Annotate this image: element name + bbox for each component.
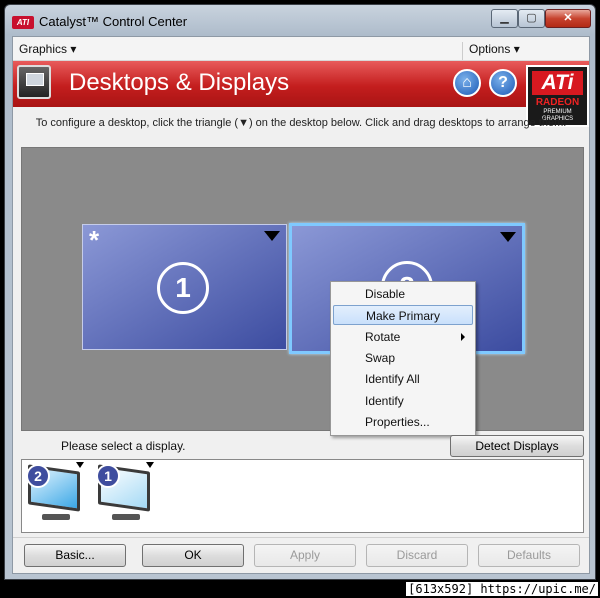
primary-marker: * bbox=[89, 225, 100, 255]
display-number-badge: 1 bbox=[96, 464, 120, 488]
bottom-button-bar: Basic... OK Apply Discard Defaults bbox=[13, 537, 589, 573]
minimize-button[interactable]: ▁ bbox=[491, 9, 518, 28]
display-thumbnails: 2 1 bbox=[21, 459, 584, 533]
premium-text: PREMIUM bbox=[543, 109, 572, 115]
display-number-badge: 2 bbox=[26, 464, 50, 488]
display-thumb-2[interactable]: 2 bbox=[24, 462, 86, 528]
detect-displays-button[interactable]: Detect Displays bbox=[450, 435, 584, 457]
display-thumb-1[interactable]: 1 bbox=[94, 462, 156, 528]
ati-logo-text: ATi bbox=[532, 71, 583, 95]
client-area: Graphics ▾ Options ▾ Desktops & Displays… bbox=[12, 36, 590, 574]
maximize-button[interactable]: ▢ bbox=[518, 9, 545, 28]
monitor-stand bbox=[112, 514, 140, 520]
submenu-arrow-icon bbox=[461, 333, 465, 341]
menu-item-identify[interactable]: Identify bbox=[333, 391, 473, 411]
desktop-number: 1 bbox=[157, 262, 209, 314]
menu-item-rotate[interactable]: Rotate bbox=[333, 327, 473, 347]
monitor-stand bbox=[42, 514, 70, 520]
close-button[interactable]: ✕ bbox=[545, 9, 591, 28]
menu-item-make-primary[interactable]: Make Primary bbox=[333, 305, 473, 325]
radeon-logo-text: RADEON bbox=[535, 97, 580, 108]
page-header: Desktops & Displays ⌂ ? ATi RADEON PREMI… bbox=[13, 61, 589, 127]
menu-item-identify-all[interactable]: Identify All bbox=[333, 369, 473, 389]
menu-bar: Graphics ▾ Options ▾ bbox=[13, 37, 589, 61]
select-display-label: Please select a display. bbox=[61, 439, 186, 453]
ati-logo-icon: ATI bbox=[12, 16, 34, 29]
desktop-arrangement-area[interactable]: * 1 2 bbox=[21, 147, 584, 431]
graphics-menu[interactable]: Graphics ▾ bbox=[19, 42, 76, 56]
help-button[interactable]: ? bbox=[489, 69, 517, 97]
menu-item-properties[interactable]: Properties... bbox=[333, 412, 473, 432]
menu-item-swap[interactable]: Swap bbox=[333, 348, 473, 368]
menu-item-disable[interactable]: Disable bbox=[333, 284, 473, 304]
window-title: Catalyst™ Control Center bbox=[39, 14, 188, 29]
desktop-1[interactable]: * 1 bbox=[82, 224, 287, 350]
instruction-text: To configure a desktop, click the triang… bbox=[35, 117, 567, 129]
display-menu-triangle-icon[interactable] bbox=[76, 462, 84, 468]
page-title: Desktops & Displays bbox=[69, 69, 290, 96]
ok-button[interactable]: OK bbox=[142, 544, 244, 567]
title-bar[interactable]: ATI Catalyst™ Control Center ▁ ▢ ✕ bbox=[5, 5, 595, 37]
basic-button[interactable]: Basic... bbox=[24, 544, 126, 567]
home-button[interactable]: ⌂ bbox=[453, 69, 481, 97]
menu-item-label: Rotate bbox=[365, 330, 401, 344]
desktop-menu-triangle-icon[interactable] bbox=[500, 232, 516, 242]
desktop-menu-triangle-icon[interactable] bbox=[264, 231, 280, 241]
options-menu[interactable]: Options ▾ bbox=[462, 42, 520, 60]
apply-button[interactable]: Apply bbox=[254, 544, 356, 567]
defaults-button[interactable]: Defaults bbox=[478, 544, 580, 567]
displays-page-icon bbox=[17, 65, 51, 99]
watermark-text: [613x592] https://upic.me/ bbox=[406, 582, 598, 596]
discard-button[interactable]: Discard bbox=[366, 544, 468, 567]
display-menu-triangle-icon[interactable] bbox=[146, 462, 154, 468]
context-menu: Disable Make Primary Rotate Swap Identif… bbox=[330, 281, 476, 436]
catalyst-window: ATI Catalyst™ Control Center ▁ ▢ ✕ Graph… bbox=[4, 4, 596, 580]
